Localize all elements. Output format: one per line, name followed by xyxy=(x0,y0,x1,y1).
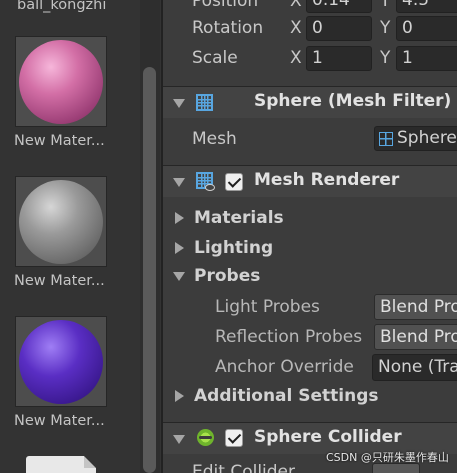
rotation-y-field[interactable]: 0 xyxy=(396,16,457,41)
mesh-value: Sphere xyxy=(397,128,457,148)
foldout-arrow-icon[interactable] xyxy=(173,435,185,444)
materials-section[interactable]: Materials xyxy=(194,208,284,228)
scrollbar-thumb[interactable] xyxy=(143,67,156,473)
sphere-collider-enabled-checkbox[interactable] xyxy=(225,429,243,447)
sphere-preview-icon xyxy=(19,320,103,404)
position-y-axis-label[interactable]: Y xyxy=(380,0,390,11)
lighting-foldout-icon[interactable] xyxy=(175,242,184,254)
materials-foldout-icon[interactable] xyxy=(175,212,184,224)
mesh-filter-title: Sphere (Mesh Filter) xyxy=(254,91,452,111)
position-label: Position xyxy=(192,0,259,11)
mesh-object-field[interactable]: Sphere xyxy=(374,126,457,151)
edit-collider-label: Edit Collider xyxy=(192,462,296,473)
scale-y-axis-label[interactable]: Y xyxy=(380,48,390,68)
light-probes-dropdown[interactable]: Blend Pro xyxy=(374,294,457,320)
sphere-preview-icon xyxy=(19,40,103,124)
anchor-override-field[interactable]: None (Tra xyxy=(372,354,457,381)
scale-x-field[interactable]: 1 xyxy=(306,46,372,71)
mesh-renderer-enabled-checkbox[interactable] xyxy=(225,173,243,191)
reflection-probes-label: Reflection Probes xyxy=(215,327,363,347)
scale-x-axis-label[interactable]: X xyxy=(290,48,302,68)
sphere-collider-title: Sphere Collider xyxy=(254,427,402,447)
mesh-icon xyxy=(379,132,393,146)
material-name[interactable]: New Mater... xyxy=(14,133,105,149)
foldout-arrow-icon[interactable] xyxy=(173,178,185,187)
material-thumbnail-purple[interactable] xyxy=(15,316,107,407)
asset-caption-top[interactable]: ball_kongzhi xyxy=(17,0,106,13)
mesh-renderer-title: Mesh Renderer xyxy=(254,170,400,190)
rotation-x-field[interactable]: 0 xyxy=(306,16,372,41)
eye-icon xyxy=(205,184,215,191)
material-thumbnail-gray[interactable] xyxy=(15,176,107,267)
material-thumbnail-pink[interactable] xyxy=(15,36,107,127)
position-x-axis-label[interactable]: X xyxy=(290,0,302,11)
mesh-renderer-header[interactable]: Mesh Renderer xyxy=(163,165,457,197)
anchor-override-label: Anchor Override xyxy=(215,357,354,377)
sphere-preview-icon xyxy=(19,180,103,264)
inspector-panel: Position X 0.14 Y 4.5 Rotation X 0 Y 0 S… xyxy=(163,0,457,473)
additional-settings-foldout-icon[interactable] xyxy=(175,390,184,402)
watermark: CSDN @只研朱墨作春山 xyxy=(326,451,449,464)
rotation-label: Rotation xyxy=(192,18,264,38)
reflection-probes-dropdown[interactable]: Blend Pro xyxy=(374,324,457,350)
mesh-filter-icon xyxy=(196,94,213,111)
sphere-collider-icon xyxy=(197,429,214,446)
probes-foldout-icon[interactable] xyxy=(173,272,185,281)
material-name[interactable]: New Mater... xyxy=(14,273,105,289)
project-panel: ball_kongzhi New Mater... New Mater... N… xyxy=(0,0,161,473)
light-probes-label: Light Probes xyxy=(215,297,320,317)
mesh-filter-header[interactable]: Sphere (Mesh Filter) xyxy=(163,86,457,118)
rotation-y-axis-label[interactable]: Y xyxy=(380,18,390,38)
scale-label: Scale xyxy=(192,48,238,68)
mesh-label: Mesh xyxy=(192,129,237,149)
probes-section[interactable]: Probes xyxy=(194,266,260,286)
scale-y-field[interactable]: 1 xyxy=(396,46,457,71)
file-asset-icon[interactable] xyxy=(26,456,96,473)
rotation-x-axis-label[interactable]: X xyxy=(290,18,302,38)
material-name[interactable]: New Mater... xyxy=(14,413,105,429)
position-y-field[interactable]: 4.5 xyxy=(396,0,457,13)
foldout-arrow-icon[interactable] xyxy=(173,99,185,108)
position-x-field[interactable]: 0.14 xyxy=(306,0,372,13)
additional-settings-section[interactable]: Additional Settings xyxy=(194,386,379,406)
lighting-section[interactable]: Lighting xyxy=(194,238,273,258)
